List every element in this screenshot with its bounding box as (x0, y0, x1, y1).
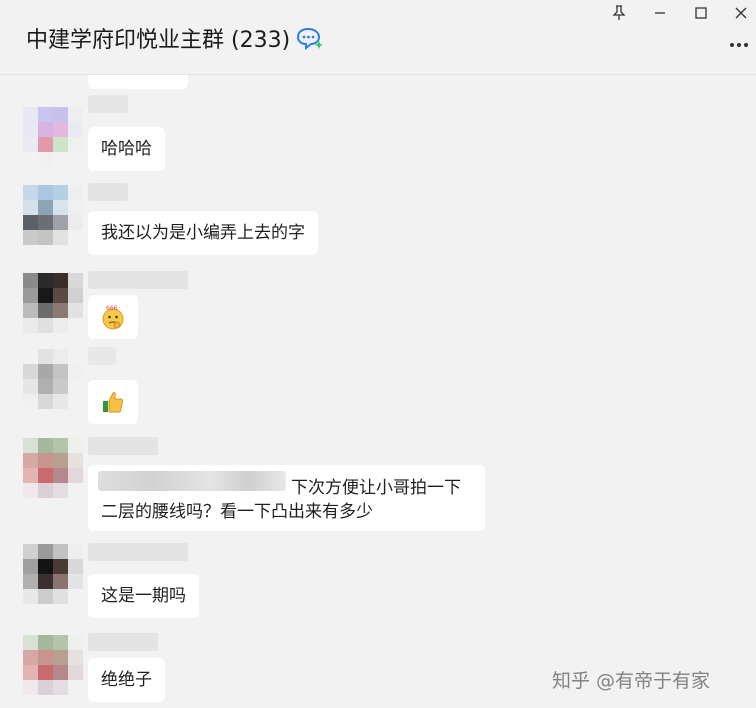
emoji-message-bubble[interactable]: 666 (88, 295, 138, 339)
watermark: 知乎 @有帝于有家 (552, 670, 711, 692)
message-line-1: 下次方便让小哥拍一下 (291, 478, 461, 498)
message-list[interactable]: ● ● ● 哈哈哈 我还以为是小编弄上去的字 666 (0, 75, 756, 708)
close-icon[interactable] (726, 2, 756, 24)
avatar[interactable] (23, 438, 83, 498)
thumbs-up-emoji (103, 392, 124, 413)
minimize-icon[interactable] (645, 2, 675, 24)
message-bubble[interactable]: 绝绝子 (88, 658, 165, 702)
message-bubble[interactable]: 我还以为是小编弄上去的字 (88, 211, 318, 255)
sender-name-blurred (88, 633, 158, 651)
emoji-message-bubble[interactable] (88, 380, 138, 424)
chat-header: 中建学府印悦业主群 (233) (0, 0, 756, 75)
partial-message-bubble[interactable]: ● ● ● (88, 75, 188, 89)
sender-name-blurred (88, 271, 188, 289)
message-line-2: 二层的腰线吗？看一下凸出来有多少 (101, 502, 373, 522)
thinking-666-emoji: 666 (102, 305, 124, 330)
sender-name-blurred (88, 183, 128, 201)
svg-text:666: 666 (106, 305, 118, 312)
chat-bubble-sparkle-icon[interactable] (296, 25, 324, 51)
avatar[interactable] (23, 544, 83, 604)
avatar[interactable] (23, 273, 83, 333)
sender-name-blurred (88, 347, 116, 365)
pin-icon[interactable] (604, 2, 634, 24)
avatar[interactable] (23, 349, 83, 409)
avatar[interactable] (23, 635, 83, 695)
message-bubble[interactable]: 哈哈哈 (88, 127, 165, 171)
group-title: 中建学府印悦业主群 (233) (26, 28, 291, 53)
sender-name-blurred (88, 437, 158, 455)
maximize-icon[interactable] (686, 2, 716, 24)
more-dots-icon[interactable] (724, 35, 754, 55)
quoted-text-blurred (98, 471, 286, 491)
message-bubble[interactable]: 这是一期吗 (88, 574, 199, 618)
avatar[interactable] (23, 107, 83, 167)
message-bubble[interactable]: 下次方便让小哥拍一下 二层的腰线吗？看一下凸出来有多少 (88, 465, 485, 531)
avatar[interactable] (23, 185, 83, 245)
sender-name-blurred (88, 543, 188, 561)
sender-name-blurred (88, 95, 128, 113)
